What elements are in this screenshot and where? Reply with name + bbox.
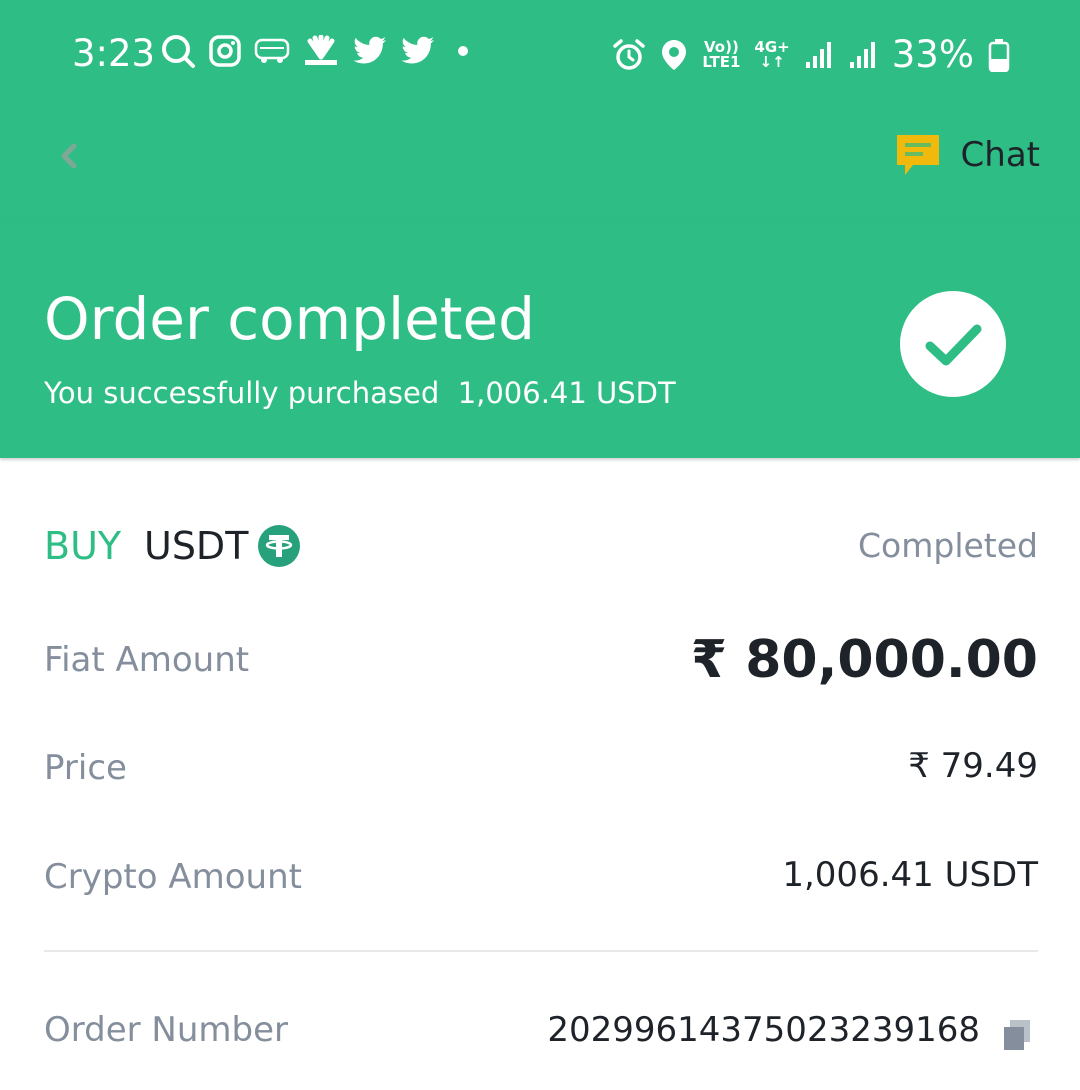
crypto-amount-value: 1,006.41 USDT [782, 855, 1038, 895]
nav-bar: Chat [0, 110, 1080, 210]
order-asset: USDT [144, 524, 249, 568]
system-icons: Vo)) LTE1 4G+ ↓↑ 33% [612, 33, 1010, 77]
twitter-icon [401, 36, 434, 64]
instagram-icon [209, 35, 241, 67]
order-header: BUY USDT Completed [44, 522, 1038, 572]
chat-bubble-icon [896, 135, 939, 175]
fiat-amount-row: Fiat Amount ₹ 80,000.00 [44, 630, 1038, 690]
price-label: Price [44, 748, 127, 788]
chevron-left-icon[interactable] [52, 138, 88, 174]
banner-title: Order completed [44, 285, 535, 353]
twitter-icon [353, 36, 386, 64]
check-badge [900, 291, 1006, 397]
fiat-amount-label: Fiat Amount [44, 640, 250, 680]
order-status-banner: Order completed You successfully purchas… [0, 224, 1080, 458]
fiat-amount-value: ₹ 80,000.00 [690, 630, 1038, 690]
order-side: BUY [44, 524, 122, 568]
dot-icon [458, 46, 468, 56]
battery-icon [988, 39, 1010, 72]
price-row: Price ₹ 79.49 [44, 744, 1038, 804]
crypto-amount-row: Crypto Amount 1,006.41 USDT [44, 853, 1038, 913]
signal-icon [849, 42, 875, 68]
signal-icon [805, 42, 831, 68]
cnbc-icon [305, 35, 337, 65]
location-icon [662, 40, 687, 70]
check-icon [925, 324, 982, 366]
order-number-label: Order Number [44, 1010, 289, 1050]
chat-label: Chat [960, 135, 1040, 175]
redbus-icon [254, 38, 290, 63]
status-bar: 3:23 Vo)) LTE1 4G+ ↓↑ 33% [0, 0, 1080, 110]
divider [44, 950, 1038, 952]
lte-label: LTE1 [702, 53, 741, 71]
banner-subtitle: You successfully purchased 1,006.41 USDT [44, 376, 676, 410]
data-arrows-icon: ↓↑ [759, 53, 785, 71]
crypto-amount-label: Crypto Amount [44, 857, 302, 897]
order-number-row: Order Number 20299614375023239168 [44, 1006, 1038, 1066]
network-type-icon: 4G+ ↓↑ [754, 40, 789, 70]
notification-icons [160, 33, 478, 69]
volte-icon: Vo)) LTE1 [702, 40, 740, 70]
copy-icon[interactable] [1002, 1018, 1032, 1052]
order-number-value: 20299614375023239168 [547, 1010, 980, 1050]
battery-percent: 33% [891, 33, 974, 76]
status-time: 3:23 [72, 32, 156, 75]
price-value: ₹ 79.49 [908, 746, 1038, 786]
alarm-icon [613, 39, 646, 70]
chat-button[interactable]: Chat [895, 132, 1040, 178]
tether-icon [258, 525, 300, 567]
search-icon [162, 35, 195, 68]
order-status: Completed [858, 526, 1038, 565]
